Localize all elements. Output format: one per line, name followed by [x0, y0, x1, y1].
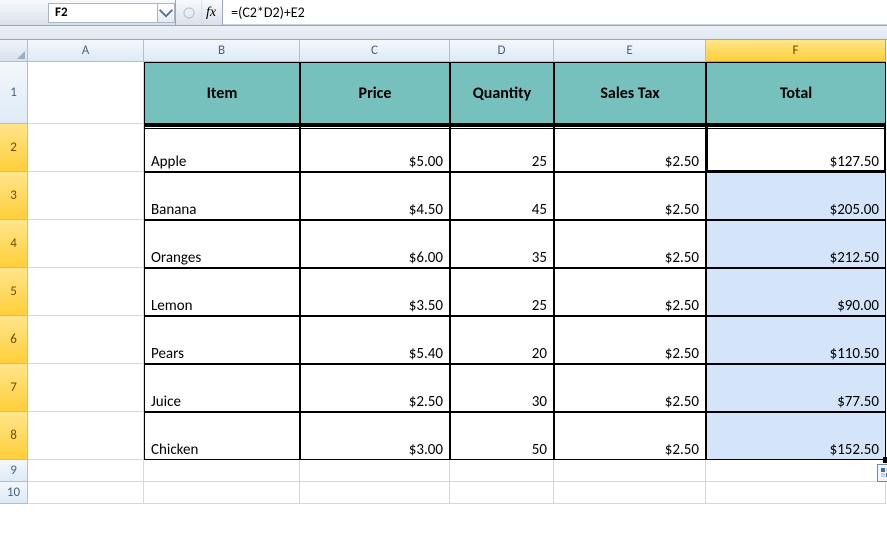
spreadsheet-grid[interactable]: A B C D E F 1 Item Price Quantity Sales … [0, 40, 887, 504]
cell-d9[interactable] [450, 460, 554, 482]
cell-d8[interactable]: 50 [450, 412, 554, 460]
cell-a1[interactable] [28, 62, 144, 124]
cell-d3[interactable]: 45 [450, 172, 554, 220]
row-head-10[interactable]: 10 [0, 482, 28, 504]
cell-e3[interactable]: $2.50 [554, 172, 706, 220]
col-head-d[interactable]: D [450, 40, 554, 62]
cell-e5[interactable]: $2.50 [554, 268, 706, 316]
fx-label: fx [206, 5, 216, 21]
cell-d4[interactable]: 35 [450, 220, 554, 268]
col-head-c[interactable]: C [300, 40, 450, 62]
cell-c2[interactable]: $5.00 [300, 124, 450, 172]
cell-f9[interactable] [706, 460, 886, 482]
row-head-3[interactable]: 3 [0, 172, 28, 220]
cell-f6[interactable]: $110.50 [706, 316, 886, 364]
row-head-1[interactable]: 1 [0, 62, 28, 124]
cell-d1[interactable]: Quantity [450, 62, 554, 124]
row-head-4[interactable]: 4 [0, 220, 28, 268]
cell-c3[interactable]: $4.50 [300, 172, 450, 220]
chevron-down-icon [158, 5, 174, 21]
cell-c5[interactable]: $3.50 [300, 268, 450, 316]
cell-a10[interactable] [28, 482, 144, 504]
cell-c7[interactable]: $2.50 [300, 364, 450, 412]
name-box-dropdown[interactable] [157, 3, 175, 23]
name-box[interactable] [48, 3, 158, 23]
cell-f10[interactable] [706, 482, 886, 504]
cell-c1[interactable]: Price [300, 62, 450, 124]
row-head-5[interactable]: 5 [0, 268, 28, 316]
cell-b6[interactable]: Pears [144, 316, 300, 364]
cell-a8[interactable] [28, 412, 144, 460]
select-all-corner[interactable] [0, 40, 28, 62]
cell-c6[interactable]: $5.40 [300, 316, 450, 364]
cell-c10[interactable] [300, 482, 450, 504]
row-head-8[interactable]: 8 [0, 412, 28, 460]
cell-e10[interactable] [554, 482, 706, 504]
cell-b3[interactable]: Banana [144, 172, 300, 220]
cell-e4[interactable]: $2.50 [554, 220, 706, 268]
circle-icon [183, 7, 195, 19]
cell-a7[interactable] [28, 364, 144, 412]
cell-b7[interactable]: Juice [144, 364, 300, 412]
cell-b10[interactable] [144, 482, 300, 504]
col-head-f[interactable]: F [706, 40, 886, 62]
cell-e7[interactable]: $2.50 [554, 364, 706, 412]
cell-f5[interactable]: $90.00 [706, 268, 886, 316]
row-head-9[interactable]: 9 [0, 460, 28, 482]
cell-b2[interactable]: Apple [144, 124, 300, 172]
ribbon-gap [0, 26, 887, 40]
cell-c9[interactable] [300, 460, 450, 482]
cell-c4[interactable]: $6.00 [300, 220, 450, 268]
cell-b4[interactable]: Oranges [144, 220, 300, 268]
cell-d10[interactable] [450, 482, 554, 504]
cell-d6[interactable]: 20 [450, 316, 554, 364]
insert-function-button[interactable]: fx [202, 0, 223, 25]
cell-f4[interactable]: $212.50 [706, 220, 886, 268]
row-head-6[interactable]: 6 [0, 316, 28, 364]
formula-input[interactable] [223, 0, 887, 25]
cell-e6[interactable]: $2.50 [554, 316, 706, 364]
autofill-options-button[interactable] [877, 464, 887, 482]
cell-f2[interactable]: $127.50 [706, 124, 886, 172]
cell-e8[interactable]: $2.50 [554, 412, 706, 460]
cell-f1[interactable]: Total [706, 62, 886, 124]
cell-b9[interactable] [144, 460, 300, 482]
cell-d5[interactable]: 25 [450, 268, 554, 316]
cell-f8[interactable]: $152.50 [706, 412, 886, 460]
col-head-b[interactable]: B [144, 40, 300, 62]
col-head-e[interactable]: E [554, 40, 706, 62]
name-box-wrap [0, 0, 176, 25]
cell-f3[interactable]: $205.00 [706, 172, 886, 220]
cell-e9[interactable] [554, 460, 706, 482]
row-head-2[interactable]: 2 [0, 124, 28, 172]
cell-a9[interactable] [28, 460, 144, 482]
cell-a6[interactable] [28, 316, 144, 364]
cell-a2[interactable] [28, 124, 144, 172]
cell-d2[interactable]: 25 [450, 124, 554, 172]
formula-bar: fx [0, 0, 887, 26]
cell-a4[interactable] [28, 220, 144, 268]
row-head-7[interactable]: 7 [0, 364, 28, 412]
cell-d7[interactable]: 30 [450, 364, 554, 412]
cell-a3[interactable] [28, 172, 144, 220]
cell-e2[interactable]: $2.50 [554, 124, 706, 172]
autofill-icon [880, 467, 887, 479]
cell-b1[interactable]: Item [144, 62, 300, 124]
cell-a5[interactable] [28, 268, 144, 316]
cell-b8[interactable]: Chicken [144, 412, 300, 460]
cell-e1[interactable]: Sales Tax [554, 62, 706, 124]
col-head-a[interactable]: A [28, 40, 144, 62]
fill-handle[interactable] [883, 457, 887, 463]
cell-b5[interactable]: Lemon [144, 268, 300, 316]
cell-f7[interactable]: $77.50 [706, 364, 886, 412]
cancel-formula-button[interactable] [176, 0, 202, 25]
cell-c8[interactable]: $3.00 [300, 412, 450, 460]
